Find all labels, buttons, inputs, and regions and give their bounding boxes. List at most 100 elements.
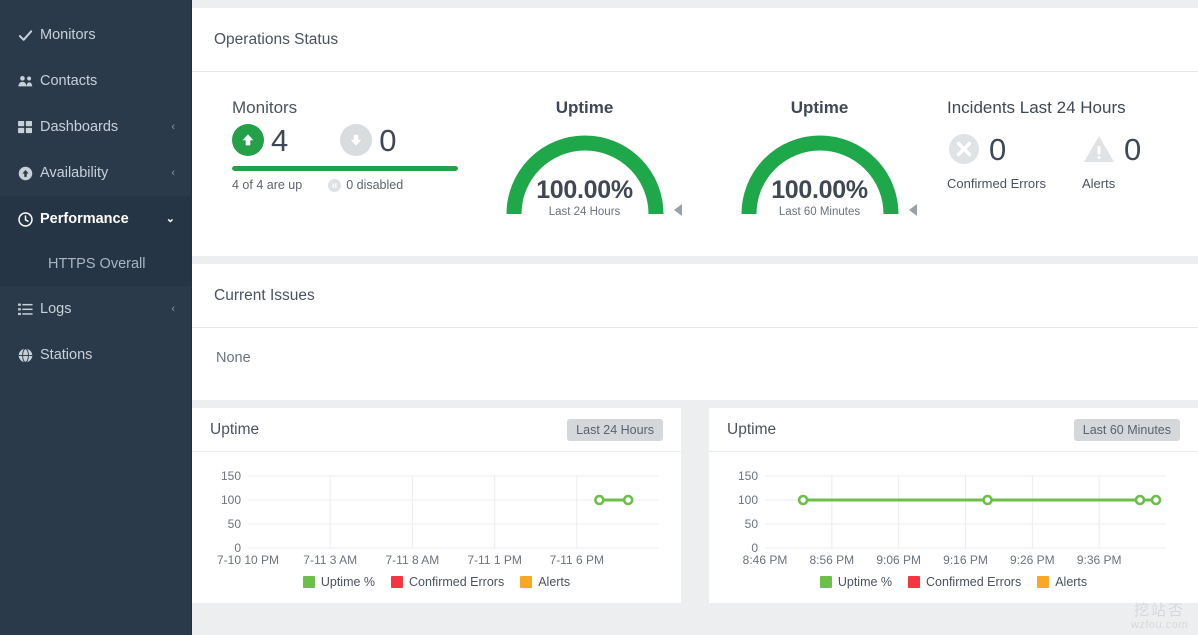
uptime-gauge-60m: Uptime 100.00% Last 60 Minutes	[702, 98, 937, 222]
svg-text:150: 150	[738, 470, 758, 483]
gauge-title: Uptime	[790, 98, 849, 117]
sidebar: Monitors Contacts Dashboards ‹ Availabil…	[0, 0, 192, 635]
sidebar-item-label: Logs	[40, 301, 72, 317]
sidebar-item-stations[interactable]: Stations	[0, 332, 191, 378]
legend-item-alerts[interactable]: Alerts	[520, 575, 570, 589]
sidebar-item-label: Stations	[40, 347, 93, 363]
sidebar-item-monitors[interactable]: Monitors	[0, 12, 191, 58]
mid-spacer	[192, 256, 1198, 264]
uptime-chart-24h: Uptime Last 24 Hours 0 50 100 150 7-10 10 PM…	[192, 408, 681, 603]
app-root: Monitors Contacts Dashboards ‹ Availabil…	[0, 0, 1198, 635]
svg-text:7-11 1 PM: 7-11 1 PM	[467, 553, 521, 567]
legend-item-uptime[interactable]: Uptime %	[302, 575, 376, 589]
svg-text:8:46 PM: 8:46 PM	[743, 553, 788, 567]
sidebar-subitem-https-overall[interactable]: HTTPS Overall	[0, 242, 191, 286]
sidebar-item-logs[interactable]: Logs ‹	[0, 286, 191, 332]
monitors-progress-fill	[232, 166, 458, 171]
incidents-confirmed-errors: 0 Confirmed Errors	[947, 131, 1046, 192]
top-spacer	[192, 0, 1198, 8]
gauge-subtitle: Last 24 Hours	[548, 206, 621, 218]
clock-icon	[18, 211, 40, 227]
svg-text:50: 50	[228, 517, 242, 531]
legend-label: Confirmed Errors	[409, 575, 505, 589]
svg-text:50: 50	[745, 517, 759, 531]
range-badge[interactable]: Last 24 Hours	[567, 418, 663, 441]
monitors-summary: Monitors 4 0 4 of 4 are up 0 disabled	[208, 98, 467, 192]
legend-item-alerts[interactable]: Alerts	[1037, 575, 1087, 589]
gauge-value: 100.00%	[536, 176, 633, 204]
svg-text:100: 100	[738, 493, 758, 507]
svg-text:7-11 8 AM: 7-11 8 AM	[385, 553, 439, 567]
sidebar-item-availability[interactable]: Availability ‹	[0, 150, 191, 196]
svg-text:9:16 PM: 9:16 PM	[943, 553, 988, 567]
sidebar-item-contacts[interactable]: Contacts	[0, 58, 191, 104]
sidebar-item-label: Dashboards	[40, 119, 119, 135]
svg-text:9:36 PM: 9:36 PM	[1077, 553, 1122, 567]
sidebar-item-performance[interactable]: Performance ⌄	[0, 196, 191, 242]
legend-item-confirmed-errors[interactable]: Confirmed Errors	[908, 575, 1021, 589]
current-issues-header: Current Issues	[192, 264, 1198, 328]
operations-status-panel: Operations Status Monitors 4 0 4 of 4 ar…	[192, 8, 1198, 256]
legend-swatch	[1037, 576, 1050, 588]
svg-text:9:06 PM: 9:06 PM	[876, 553, 921, 567]
chart-title: Uptime	[210, 420, 260, 438]
legend-label: Confirmed Errors	[926, 575, 1022, 589]
sidebar-item-label: Contacts	[40, 73, 98, 89]
legend-swatch	[819, 576, 832, 588]
alert-triangle-icon	[1082, 132, 1116, 166]
watermark-en: wzfou.com	[1130, 619, 1188, 631]
globe-icon	[18, 347, 40, 363]
bottom-spacer	[192, 400, 1198, 408]
monitors-up-text: 4 of 4 are up	[232, 178, 303, 192]
current-issues-title: Current Issues	[214, 286, 315, 304]
incidents-alerts: 0 Alerts	[1081, 132, 1141, 192]
gauge-title: Uptime	[555, 98, 614, 117]
current-issues-panel: Current Issues None	[192, 264, 1198, 400]
current-issues-body: None	[216, 350, 251, 366]
monitors-title: Monitors	[232, 98, 298, 117]
incidents-alerts-label: Alerts	[1081, 176, 1116, 191]
gauge-pointer-icon	[908, 204, 917, 216]
sidebar-item-dashboards[interactable]: Dashboards ‹	[0, 104, 191, 150]
monitors-progress-track	[232, 166, 458, 171]
legend-item-confirmed-errors[interactable]: Confirmed Errors	[391, 575, 504, 589]
sidebar-item-label: Performance	[40, 211, 129, 227]
legend-label: Uptime %	[837, 575, 893, 589]
gauge-graphic: 100.00% Last 60 Minutes	[735, 126, 917, 222]
arrow-up-circle-icon	[18, 166, 40, 181]
legend-swatch	[520, 576, 533, 588]
chevron-left-icon: ‹	[171, 302, 175, 315]
svg-text:7-10 10 PM: 7-10 10 PM	[217, 553, 279, 567]
legend-item-uptime[interactable]: Uptime %	[819, 575, 893, 589]
monitors-up: 4	[232, 124, 288, 156]
legend-label: Uptime %	[320, 575, 376, 589]
sidebar-item-label: Availability	[40, 165, 109, 181]
legend-label: Alerts	[538, 575, 571, 589]
list-icon	[18, 303, 40, 316]
uptime-chart-60m-header: Uptime Last 60 Minutes	[709, 408, 1198, 452]
range-badge[interactable]: Last 60 Minutes	[1073, 418, 1180, 441]
watermark-cn: 挖站否	[1133, 601, 1185, 619]
grid-icon	[18, 120, 40, 134]
uptime-charts-row: Uptime Last 24 Hours 0 50 100 150 7-10 10 PM…	[192, 408, 1198, 603]
svg-text:100: 100	[221, 493, 241, 507]
monitors-up-count: 4	[271, 122, 289, 158]
incidents-confirmed-errors-count: 0	[989, 131, 1007, 167]
monitors-down-count: 0	[379, 122, 397, 158]
legend-label: Alerts	[1055, 575, 1088, 589]
legend-swatch	[391, 576, 404, 588]
gauge-graphic: 100.00% Last 24 Hours	[500, 126, 682, 222]
arrow-down-circle-icon	[340, 124, 373, 156]
watermark: 挖站否 wzfou.com	[1130, 601, 1188, 631]
check-icon	[18, 28, 40, 43]
sidebar-subitem-label: HTTPS Overall	[48, 256, 146, 272]
incidents-summary: Incidents Last 24 Hours 0 Confirmed Erro…	[937, 98, 1182, 191]
incidents-confirmed-errors-label: Confirmed Errors	[947, 176, 1046, 191]
chart-legend: Uptime % Confirmed Errors Alerts	[719, 575, 1188, 597]
chart-canvas[interactable]: 0501001507-10 10 PM 7-11 3 AM 7-11 8 AM 7-1…	[202, 469, 667, 570]
svg-text:9:26 PM: 9:26 PM	[1010, 553, 1055, 567]
incidents-alerts-top: 0	[1082, 132, 1141, 166]
chart-canvas[interactable]: 0501001508:46 PM 8:56 PM 9:06 PM 9:16 PM 9:2…	[719, 469, 1174, 570]
x-circle-icon	[947, 132, 981, 166]
svg-text:7-11 3 AM: 7-11 3 AM	[303, 553, 357, 567]
